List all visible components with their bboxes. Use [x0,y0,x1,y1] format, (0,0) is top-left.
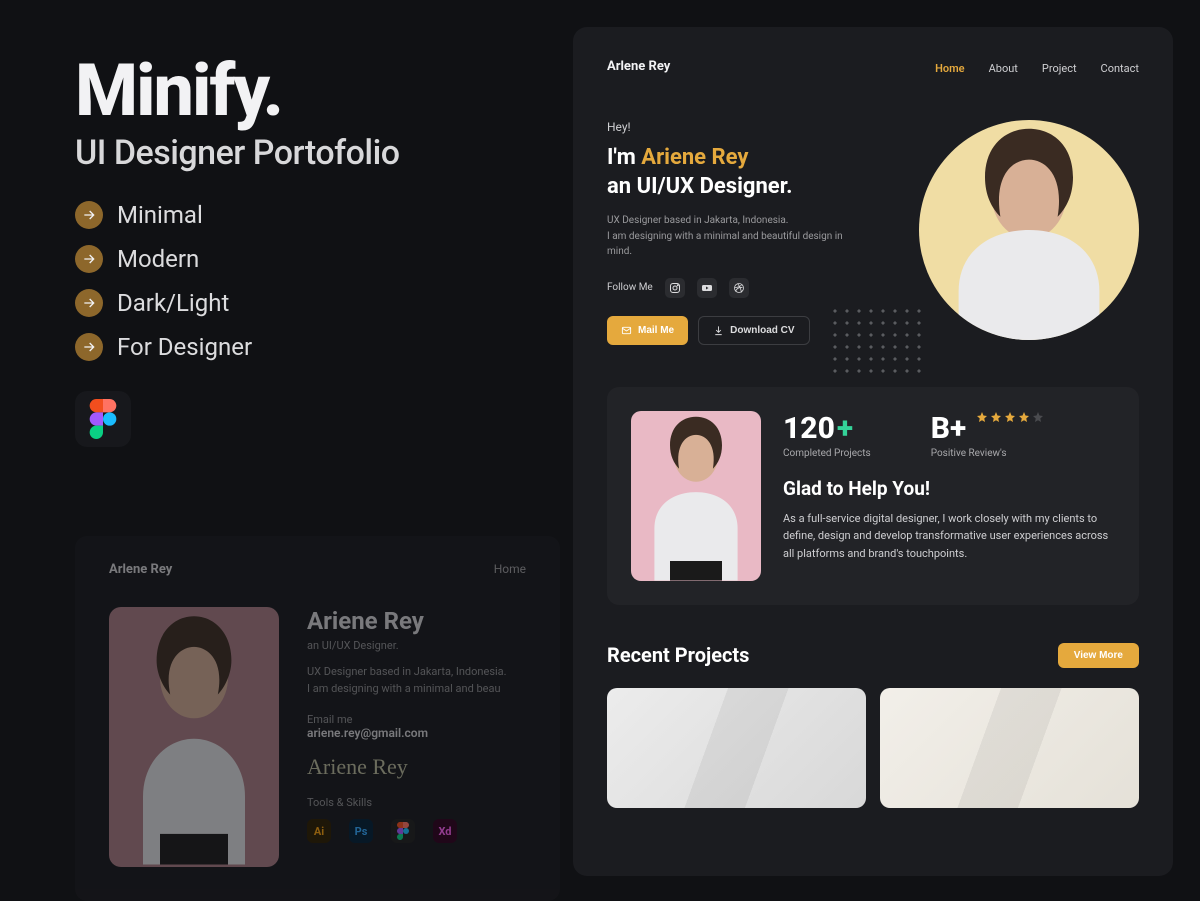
preview-navbar: Arlene Rey Home About Project Contact [607,57,1139,76]
faded-bio: UX Designer based in Jakarta, Indonesia.… [307,664,526,697]
faded-tools-label: Tools & Skills [307,796,526,809]
hero-portrait [919,120,1139,340]
stats-title: Glad to Help You! [783,477,1115,500]
nav-contact[interactable]: Contact [1101,62,1139,75]
hero-bio: UX Designer based in Jakarta, Indonesia.… [607,213,857,260]
faded-logo: Arlene Rey [109,562,172,577]
feature-label: Dark/Light [117,289,229,317]
view-more-button[interactable]: View More [1058,643,1139,668]
faded-nav-home: Home [494,562,526,577]
stats-portrait [631,411,761,581]
xd-icon: Xd [433,819,457,843]
download-cv-button[interactable]: Download CV [698,316,809,345]
nav-project[interactable]: Project [1042,62,1077,75]
faded-email: ariene.rey@gmail.com [307,726,526,740]
main-preview-card: Arlene Rey Home About Project Contact He… [573,27,1173,876]
mail-icon [621,325,632,336]
instagram-icon[interactable] [665,278,685,298]
site-logo[interactable]: Arlene Rey [607,59,670,74]
product-brand: Minify. [75,55,545,127]
rating-stars [976,411,1044,423]
figma-icon [391,819,415,843]
dribbble-icon[interactable] [729,278,749,298]
photoshop-icon: Ps [349,819,373,843]
figma-icon [75,391,131,447]
download-icon [713,325,724,336]
arrow-right-icon [75,289,103,317]
hero-heading: I'm Ariene Rey an UI/UX Designer. [607,144,889,201]
hero-greeting: Hey! [607,120,889,134]
feature-list: Minimal Modern Dark/Light For Designer [75,201,545,361]
feature-item: Minimal [75,201,545,229]
illustrator-icon: Ai [307,819,331,843]
review-rating: B+ [931,411,1044,446]
faded-portrait [109,607,279,867]
decorative-dots [829,305,929,375]
recent-projects-title: Recent Projects [607,643,749,667]
faded-role: an UI/UX Designer. [307,639,526,652]
faded-preview-card: Arlene Rey Home Ariene Rey an UI/UX Desi… [75,536,560,901]
feature-item: For Designer [75,333,545,361]
stats-card: 120+ Completed Projects B+ [607,387,1139,605]
stats-description: As a full-service digital designer, I wo… [783,510,1115,563]
faded-name: Ariene Rey [307,607,526,635]
mail-me-button[interactable]: Mail Me [607,316,688,345]
product-subtitle: UI Designer Portofolio [75,133,545,173]
completed-projects-label: Completed Projects [783,448,871,459]
faded-email-label: Email me [307,713,526,726]
feature-item: Modern [75,245,545,273]
nav-home[interactable]: Home [935,62,965,75]
youtube-icon[interactable] [697,278,717,298]
nav-about[interactable]: About [989,62,1018,75]
project-thumbnail[interactable] [880,688,1139,808]
review-label: Positive Review's [931,448,1044,459]
feature-label: Minimal [117,201,203,229]
arrow-right-icon [75,333,103,361]
feature-label: For Designer [117,333,252,361]
arrow-right-icon [75,201,103,229]
project-thumbnail[interactable] [607,688,866,808]
feature-item: Dark/Light [75,289,545,317]
feature-label: Modern [117,245,199,273]
faded-signature: Ariene Rey [307,754,526,780]
completed-projects-count: 120+ [783,411,871,446]
follow-label: Follow Me [607,282,653,293]
arrow-right-icon [75,245,103,273]
